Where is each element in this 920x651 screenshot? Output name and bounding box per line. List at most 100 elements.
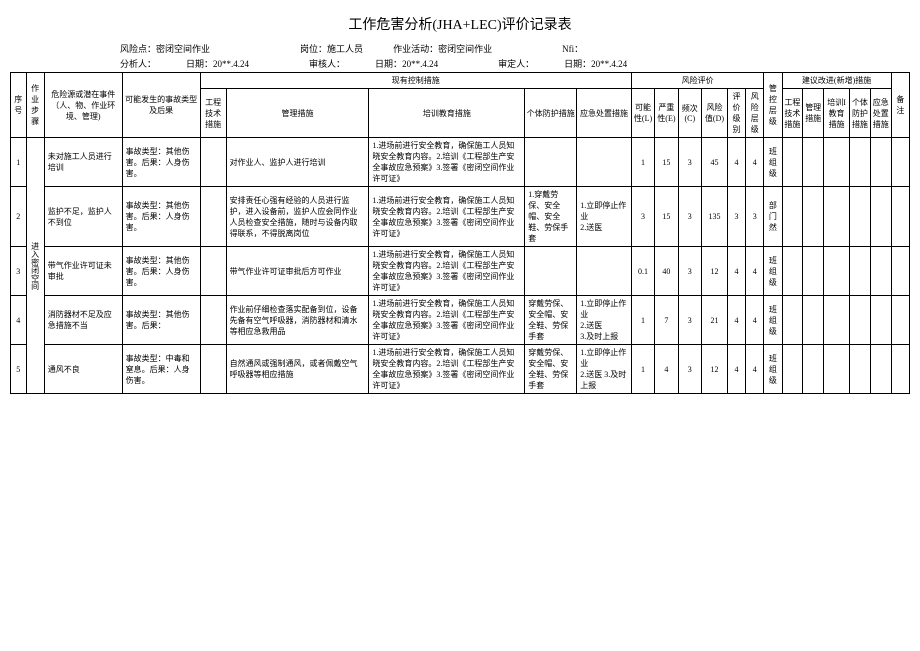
h-risk-level: 风险层级: [746, 89, 764, 138]
cell-emer: 1.立即停止作业2.送医 3.及时上报: [577, 345, 632, 394]
cell-s-mgmt: [803, 187, 824, 247]
h-D: 风险值(D): [701, 89, 727, 138]
h-mgmt: 管理措施: [226, 89, 369, 138]
cell-no: 3: [11, 247, 27, 296]
cell-s-eng: [782, 296, 803, 345]
cell-level: 4: [727, 138, 745, 187]
cell-D: 135: [701, 187, 727, 247]
cell-hazard: 通风不良: [44, 345, 122, 394]
cell-no: 2: [11, 187, 27, 247]
cell-L: 1: [631, 296, 654, 345]
cell-eng: [200, 138, 226, 187]
cell-E: 15: [655, 138, 678, 187]
cell-ctrl: 班组级: [764, 138, 782, 187]
h-suggest: 建议改进(新增)措施: [782, 73, 891, 89]
cell-level: 3: [727, 187, 745, 247]
cell-hazard: 监护不足，监护人不到位: [44, 187, 122, 247]
h-existing: 现有控制措施: [200, 73, 631, 89]
cell-ctrl: 班组级: [764, 296, 782, 345]
cell-eng: [200, 296, 226, 345]
cell-E: 7: [655, 296, 678, 345]
h-s-ppe: 个体防护措施: [850, 89, 871, 138]
analyst-date-label: 日期：: [186, 59, 213, 69]
nfi-label: Nfi：: [562, 44, 583, 54]
cell-risk-level: 4: [746, 345, 764, 394]
cell-C: 3: [678, 296, 701, 345]
analyst-date: 20**.4.24: [213, 59, 249, 69]
table-row: 3带气作业许可证未审批事故类型：其他伤害。后果：人身伤害。带气作业许可证审批后方…: [11, 247, 910, 296]
cell-ppe: [525, 247, 577, 296]
h-E: 严重性(E): [655, 89, 678, 138]
activity-label: 作业活动：: [393, 44, 438, 54]
cell-train: 1.进场前进行安全教育，确保施工人员知晓安全教育内容。2.培训《工程部生产安全事…: [369, 187, 525, 247]
cell-mgmt: 作业前仔细检查落实配备到位，设备先备有空气呼吸器，消防器材和清水等相应急救用品: [226, 296, 369, 345]
h-ppe: 个体防护措施: [525, 89, 577, 138]
cell-C: 3: [678, 138, 701, 187]
cell-step-group: 进入密闭空间: [26, 138, 44, 394]
cell-accident: 事故类型：其他伤害。后果：: [122, 296, 200, 345]
cell-level: 4: [727, 296, 745, 345]
cell-L: 1: [631, 345, 654, 394]
cell-mgmt: 安排责任心强有经验的人员进行监护，进入设备前，监护人应会同作业人员检查安全措施，…: [226, 187, 369, 247]
reviewer-date: 20**.4.24: [402, 59, 438, 69]
reviewer-date-label: 日期：: [375, 59, 402, 69]
cell-level: 4: [727, 247, 745, 296]
cell-remark: [891, 345, 909, 394]
cell-risk-level: 4: [746, 138, 764, 187]
cell-remark: [891, 187, 909, 247]
cell-L: 1: [631, 138, 654, 187]
cell-eng: [200, 187, 226, 247]
cell-L: 0.1: [631, 247, 654, 296]
cell-hazard: 未对施工人员进行培训: [44, 138, 122, 187]
cell-accident: 事故类型：其他伤害。后果：人身伤害。: [122, 138, 200, 187]
cell-s-emer: [870, 187, 891, 247]
cell-no: 5: [11, 345, 27, 394]
cell-hazard: 带气作业许可证未审批: [44, 247, 122, 296]
cell-E: 4: [655, 345, 678, 394]
cell-s-emer: [870, 138, 891, 187]
table-row: 4 消防器材不足及应急措施不当事故类型：其他伤害。后果： 作业前仔细检查落实配备到位…: [11, 296, 910, 345]
h-train: 培训教育措施: [369, 89, 525, 138]
cell-ppe: 穿戴劳保、安全帽、安全鞋、劳保手套: [525, 296, 577, 345]
cell-remark: [891, 247, 909, 296]
meta-row-2: 分析人： 日期：20**.4.24 审核人： 日期：20**.4.24 审定人：…: [10, 57, 910, 70]
cell-E: 40: [655, 247, 678, 296]
cell-s-emer: [870, 247, 891, 296]
cell-s-eng: [782, 187, 803, 247]
cell-remark: [891, 138, 909, 187]
cell-train: 1.进场前进行安全教育，确保施工人员知晓安全教育内容。2.培训《工程部生产安全事…: [369, 296, 525, 345]
cell-emer: 1.立即停止作业2.送医3.及时上报: [577, 296, 632, 345]
cell-s-train: [824, 345, 850, 394]
cell-emer: [577, 247, 632, 296]
cell-no: 4: [11, 296, 27, 345]
cell-s-ppe: [850, 187, 871, 247]
h-s-eng: 工程技术措施: [782, 89, 803, 138]
cell-s-eng: [782, 345, 803, 394]
h-s-emer: 应急处置措施: [870, 89, 891, 138]
cell-accident: 事故类型：中毒和窒息。后果：人身伤害。: [122, 345, 200, 394]
cell-accident: 事故类型：其他伤害。后果：人身伤害。: [122, 247, 200, 296]
cell-s-eng: [782, 138, 803, 187]
h-eng: 工程技术措施: [200, 89, 226, 138]
cell-train: 1.进场前进行安全教育，确保施工人员知晓安全教育内容。2.培训《工程部生产安全事…: [369, 247, 525, 296]
jha-table: 序号 作业步骤 危险源或潜在事件（人、物、作业环境、管理) 可能发生的事故类型及…: [10, 72, 910, 394]
h-s-train: 培训I教育措施: [824, 89, 850, 138]
cell-hazard: 消防器材不足及应急措施不当: [44, 296, 122, 345]
h-risk-eval: 风险评价: [631, 73, 763, 89]
table-row: 2监护不足，监护人不到位事故类型：其他伤害。后果：人身伤害。安排责任心强有经验的…: [11, 187, 910, 247]
cell-s-ppe: [850, 138, 871, 187]
cell-s-train: [824, 138, 850, 187]
cell-mgmt: 对作业人、监护人进行培训: [226, 138, 369, 187]
risk-point-label: 风险点：: [120, 44, 156, 54]
h-accident: 可能发生的事故类型及后果: [122, 73, 200, 138]
cell-s-eng: [782, 247, 803, 296]
cell-eng: [200, 247, 226, 296]
analyst-label: 分析人：: [120, 59, 156, 69]
h-step: 作业步骤: [26, 73, 44, 138]
cell-s-emer: [870, 345, 891, 394]
cell-ctrl: 部门然: [764, 187, 782, 247]
cell-D: 45: [701, 138, 727, 187]
post-label: 岗位：: [300, 44, 327, 54]
cell-ppe: 穿戴劳保、安全帽、安全鞋、劳保手套: [525, 345, 577, 394]
h-hazard: 危险源或潜在事件（人、物、作业环境、管理): [44, 73, 122, 138]
